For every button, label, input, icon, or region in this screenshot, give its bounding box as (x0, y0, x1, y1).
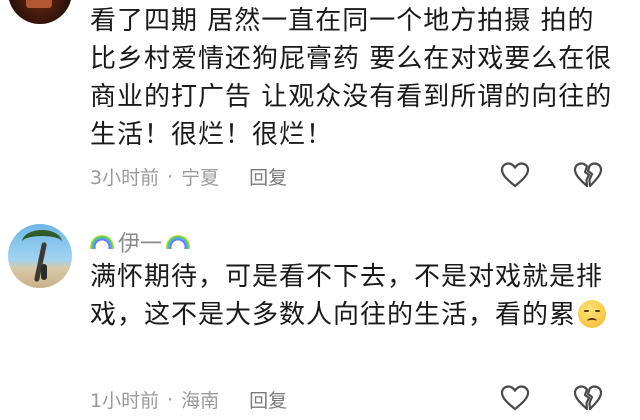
comment-meta: 1小时前 · 海南 回复 (90, 386, 287, 413)
comment-text: 满怀期待，可是看不下去，不是对戏就是排戏，这不是大多数人向往的生活，看的累 (90, 258, 620, 334)
avatar[interactable] (8, 0, 72, 24)
separator: · (167, 388, 174, 411)
avatar[interactable] (8, 224, 72, 288)
location: 海南 (181, 390, 220, 412)
comment-item: 伊一 满怀期待，可是看不下去，不是对戏就是排戏，这不是大多数人向往的生活，看的累… (0, 220, 640, 420)
comment-text-content: 满怀期待，可是看不下去，不是对戏就是排戏，这不是大多数人向往的生活，看的累 (90, 262, 604, 330)
location: 宁夏 (181, 167, 220, 189)
broken-heart-icon[interactable] (572, 383, 604, 413)
timestamp: 1小时前 (90, 390, 160, 412)
rainbow-icon (90, 235, 114, 249)
comment-item: 看了四期 居然一直在同一个地方拍摄 拍的比乡村爱情还狗屁膏药 要么在对戏要么在很… (0, 0, 640, 195)
heart-icon[interactable] (499, 160, 531, 190)
separator: · (167, 165, 174, 188)
reply-button[interactable]: 回复 (249, 163, 287, 190)
username[interactable]: 伊一 (90, 226, 191, 258)
broken-heart-icon[interactable] (572, 160, 604, 190)
username-text: 伊一 (118, 232, 163, 257)
comment-meta: 3小时前 · 宁夏 回复 (90, 163, 287, 190)
timestamp: 3小时前 (90, 167, 160, 189)
comment-text: 看了四期 居然一直在同一个地方拍摄 拍的比乡村爱情还狗屁膏药 要么在对戏要么在很… (90, 6, 613, 150)
disappointed-face-icon (578, 300, 607, 328)
heart-icon[interactable] (499, 383, 531, 413)
rainbow-icon (166, 235, 191, 249)
reply-button[interactable]: 回复 (249, 386, 287, 413)
